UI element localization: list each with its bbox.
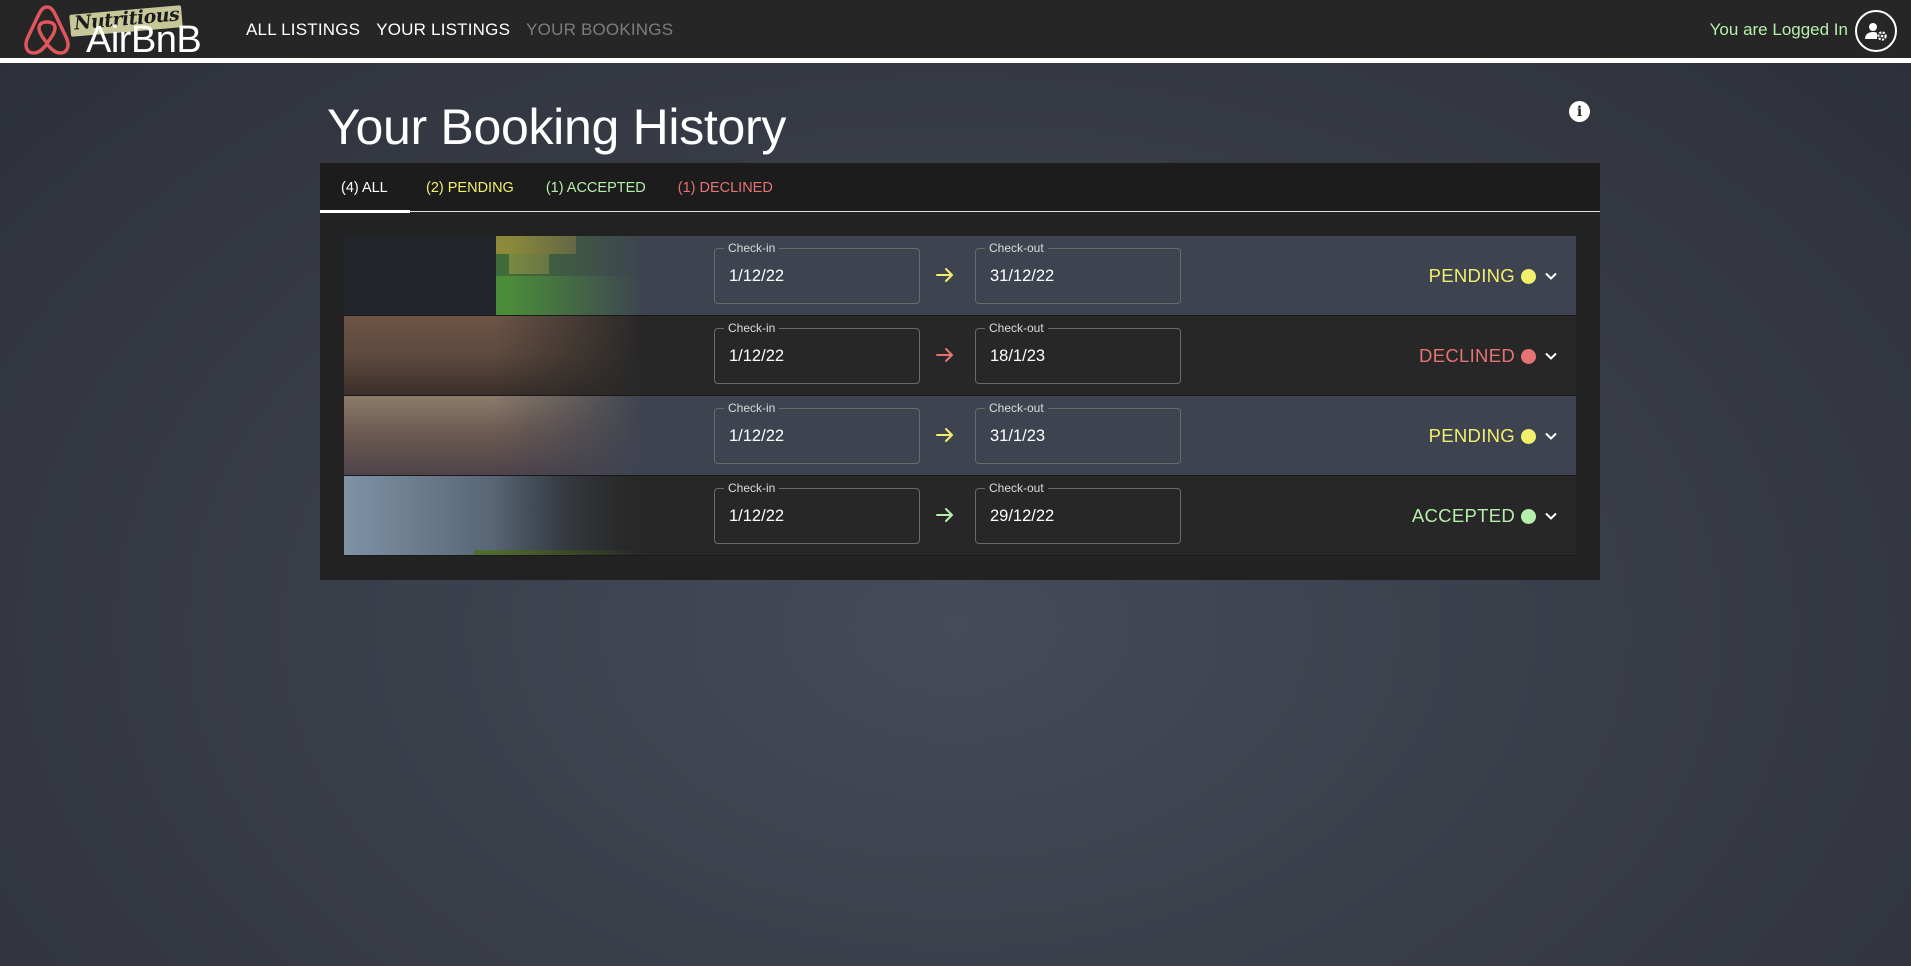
status-text: PENDING [1428,265,1515,286]
checkout-label: Check-out [985,401,1048,415]
arrow-right-icon [936,348,954,362]
tab-declined[interactable]: (1) DECLINED [662,163,789,212]
logo-wordmark: AirBnB [86,19,202,61]
booking-history-panel: (4) ALL (2) PENDING (1) ACCEPTED (1) DEC… [320,163,1600,580]
chevron-down-icon[interactable] [1544,349,1558,363]
status-dot-icon [1521,348,1536,364]
info-icon[interactable]: i [1569,101,1590,122]
nav-all-listings[interactable]: ALL LISTINGS [246,20,360,40]
arrow-right-icon [936,508,954,522]
checkout-field[interactable]: Check-out 31/12/22 [975,241,1181,304]
listing-thumbnail [344,476,644,555]
login-status-text: You are Logged In [1709,20,1848,39]
listing-thumbnail [344,396,644,475]
status-dot-icon [1521,428,1536,444]
booking-row[interactable]: Check-in 1/12/22 Check-out 29/12/22 ACCE… [344,476,1576,556]
top-navbar: Nutritious AirBnB ALL LISTINGS YOUR LIST… [0,0,1911,63]
checkin-field[interactable]: Check-in 1/12/22 [714,481,920,544]
tab-accepted[interactable]: (1) ACCEPTED [530,163,662,212]
status-badge: ACCEPTED [1412,505,1536,527]
status-text: DECLINED [1419,345,1515,366]
checkin-value: 1/12/22 [729,507,785,525]
chevron-down-icon[interactable] [1544,269,1558,283]
checkin-field[interactable]: Check-in 1/12/22 [714,321,920,384]
status-dot-icon [1521,508,1536,524]
checkin-field[interactable]: Check-in 1/12/22 [714,241,920,304]
status-text: PENDING [1428,425,1515,446]
nav-links: ALL LISTINGS YOUR LISTINGS YOUR BOOKINGS [246,20,673,40]
page-title: Your Booking History [327,99,787,155]
listing-thumbnail [344,236,644,315]
tab-all[interactable]: (4) ALL [320,163,410,213]
checkout-value: 29/12/22 [990,507,1055,525]
checkout-field[interactable]: Check-out 31/1/23 [975,401,1181,464]
status-badge: PENDING [1429,425,1536,447]
chevron-down-icon[interactable] [1544,429,1558,443]
checkin-label: Check-in [724,241,780,255]
checkout-field[interactable]: Check-out 18/1/23 [975,321,1181,384]
checkout-value: 18/1/23 [990,347,1046,365]
checkin-value: 1/12/22 [729,267,785,285]
status-badge: PENDING [1429,265,1536,287]
checkout-value: 31/1/23 [990,427,1046,445]
booking-row[interactable]: Check-in 1/12/22 Check-out 18/1/23 DECLI… [344,316,1576,396]
booking-row[interactable]: Check-in 1/12/22 Check-out 31/1/23 PENDI… [344,396,1576,476]
nav-your-listings[interactable]: YOUR LISTINGS [376,20,510,40]
checkout-value: 31/12/22 [990,267,1055,285]
checkin-label: Check-in [724,401,780,415]
chevron-down-icon[interactable] [1544,509,1558,523]
checkin-label: Check-in [724,481,780,495]
status-badge: DECLINED [1419,345,1536,367]
checkout-label: Check-out [985,481,1048,495]
booking-row[interactable]: Check-in 1/12/22 Check-out 31/12/22 PEND… [344,236,1576,316]
arrow-right-icon [936,428,954,442]
status-tabs: (4) ALL (2) PENDING (1) ACCEPTED (1) DEC… [320,163,1600,213]
checkout-label: Check-out [985,321,1048,335]
checkout-field[interactable]: Check-out 29/12/22 [975,481,1181,544]
checkin-value: 1/12/22 [729,347,785,365]
user-settings-icon [1865,23,1887,41]
listing-thumbnail [344,316,644,395]
checkin-field[interactable]: Check-in 1/12/22 [714,401,920,464]
airbnb-logo[interactable]: Nutritious AirBnB [22,3,202,61]
checkin-value: 1/12/22 [729,427,785,445]
airbnb-belo-icon [24,5,70,55]
arrow-right-icon [936,268,954,282]
checkout-label: Check-out [985,241,1048,255]
booking-list: Check-in 1/12/22 Check-out 31/12/22 PEND… [344,236,1576,556]
checkin-label: Check-in [724,321,780,335]
nav-your-bookings[interactable]: YOUR BOOKINGS [526,20,673,40]
status-dot-icon [1521,268,1536,284]
status-text: ACCEPTED [1411,505,1515,526]
tab-pending[interactable]: (2) PENDING [410,163,530,212]
account-settings-button[interactable] [1855,10,1897,52]
